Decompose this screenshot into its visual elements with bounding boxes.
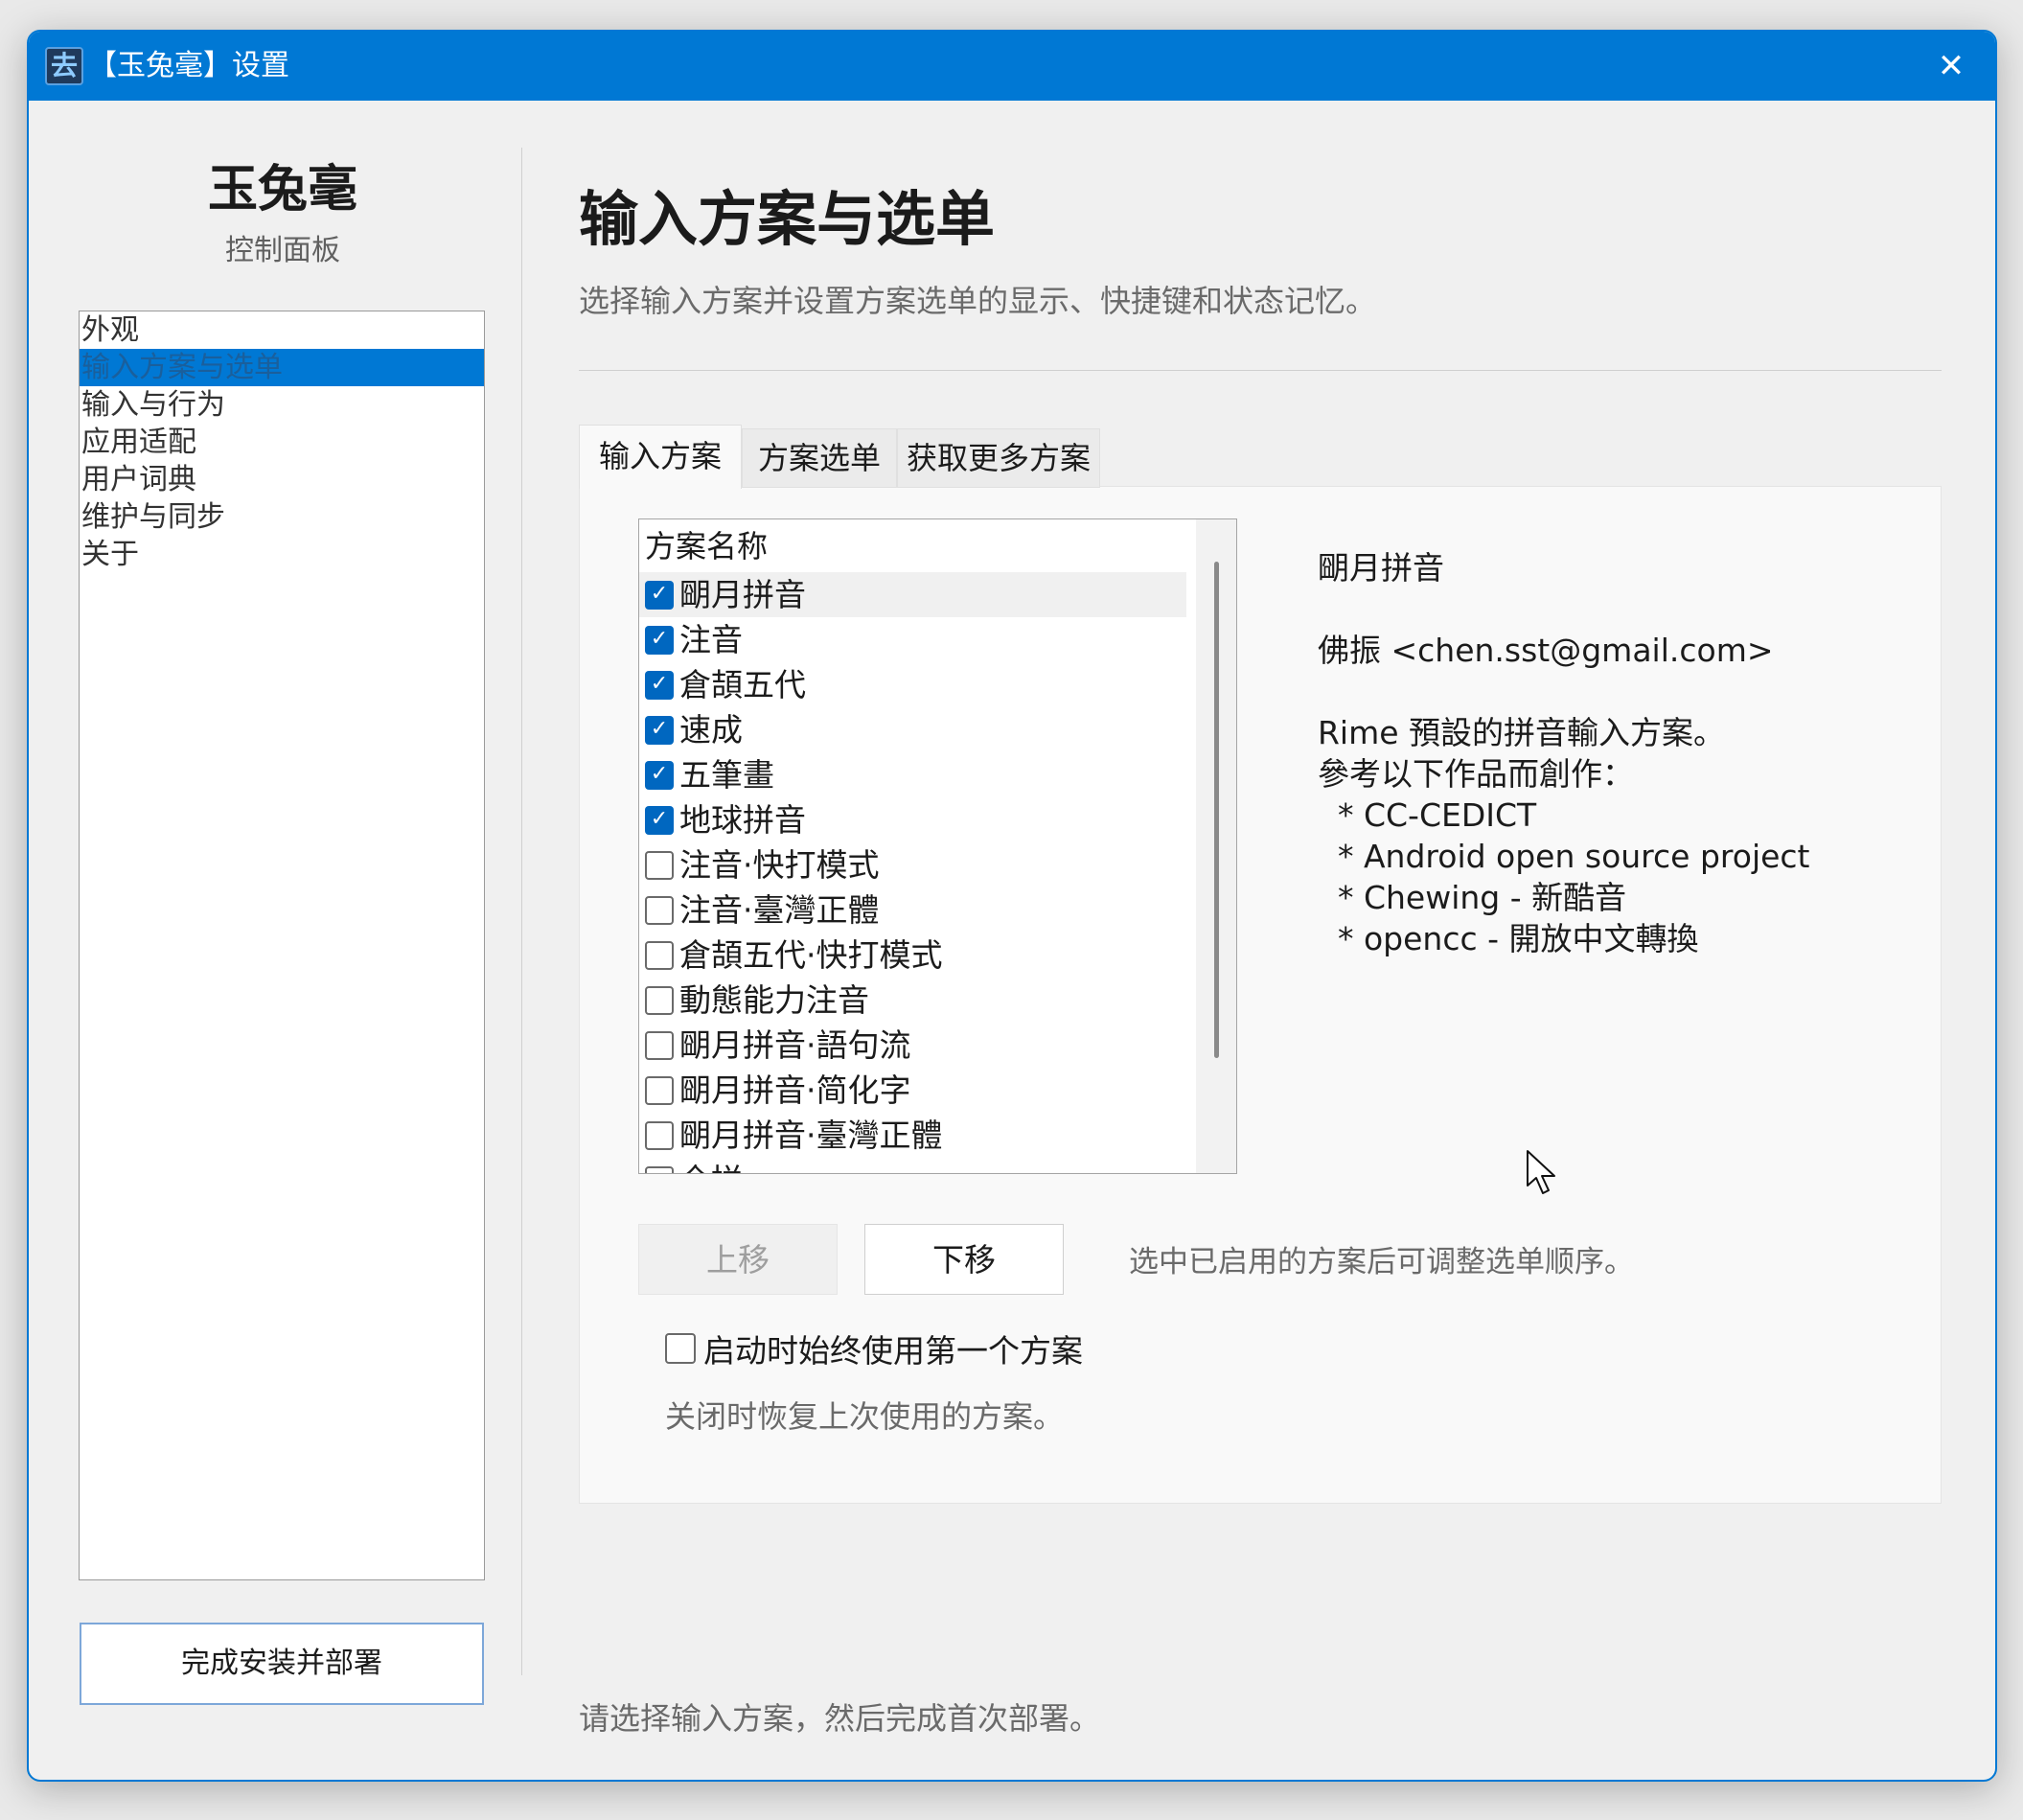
schema-row[interactable]: ✓ 五筆畫 xyxy=(639,752,1186,797)
schema-row[interactable]: ✓ 速成 xyxy=(639,707,1186,752)
schema-detail-desc-line: * CC-CEDICT xyxy=(1318,796,1537,834)
title-bar[interactable]: 去 【玉兔毫】设置 ✕ xyxy=(29,32,1995,101)
page-title: 输入方案与选单 xyxy=(579,184,996,254)
checkbox-checked-icon[interactable]: ✓ xyxy=(645,806,674,835)
checkbox-unchecked-icon[interactable] xyxy=(645,896,674,925)
sidebar-item-maintenance-sync[interactable]: 维护与同步 xyxy=(80,498,484,536)
order-hint: 选中已启用的方案后可调整选单顺序。 xyxy=(1129,1245,1634,1279)
checkbox-unchecked-icon[interactable] xyxy=(645,986,674,1015)
schema-detail-desc-line: * Chewing - 新酷音 xyxy=(1318,879,1627,916)
schema-row-label: 朙月拼音·語句流 xyxy=(679,1026,911,1064)
checkbox-checked-icon[interactable]: ✓ xyxy=(645,581,674,610)
mouse-cursor-icon xyxy=(1526,1149,1558,1201)
schema-detail-desc-line: * opencc - 開放中文轉換 xyxy=(1318,920,1699,957)
schema-row-label: 注音·臺灣正體 xyxy=(679,891,880,929)
sidebar-item-schemas[interactable]: 输入方案与选单 xyxy=(80,349,484,386)
checkbox-unchecked-icon[interactable] xyxy=(645,851,674,880)
schema-row[interactable]: 注音·快打模式 xyxy=(639,842,1186,887)
schema-row[interactable]: 注音·臺灣正體 xyxy=(639,887,1186,933)
brand-title: 玉兔毫 xyxy=(207,161,357,219)
window-title: 【玉兔毫】设置 xyxy=(88,49,289,82)
schema-detail-author: 佛振 <chen.sst@gmail.com> xyxy=(1318,632,1774,669)
schema-detail-desc-line: Rime 預設的拼音輸入方案。 xyxy=(1318,714,1726,751)
schema-detail-name: 朙月拼音 xyxy=(1318,549,1444,587)
checkbox-checked-icon[interactable]: ✓ xyxy=(645,761,674,790)
scrollbar-thumb[interactable] xyxy=(1214,562,1219,1058)
schema-detail-desc-line: 參考以下作品而創作： xyxy=(1318,755,1634,793)
schema-row-label: 速成 xyxy=(679,711,743,749)
close-icon[interactable]: ✕ xyxy=(1924,39,1978,93)
schema-row[interactable]: 朙月拼音·臺灣正體 xyxy=(639,1113,1186,1158)
schema-detail-desc-line: * Android open source project xyxy=(1318,838,1810,875)
schema-row[interactable]: 朙月拼音·語句流 xyxy=(639,1023,1186,1068)
footer-hint: 请选择输入方案，然后完成首次部署。 xyxy=(579,1700,1101,1737)
schema-row[interactable]: ✓ 倉頡五代 xyxy=(639,662,1186,707)
schema-row-label: 朙月拼音·简化字 xyxy=(679,1071,911,1109)
startup-first-schema-checkbox[interactable] xyxy=(665,1333,696,1364)
tab-schema-menu[interactable]: 方案选单 xyxy=(742,428,897,488)
checkbox-unchecked-icon[interactable] xyxy=(645,1031,674,1060)
schema-row-label: 動態能力注音 xyxy=(679,981,869,1019)
checkbox-checked-icon[interactable]: ✓ xyxy=(645,626,674,655)
tab-schemas[interactable]: 输入方案 xyxy=(579,425,742,489)
schema-row-label: 注音 xyxy=(679,621,743,658)
horizontal-divider xyxy=(579,370,1942,371)
schema-row-label: 倉頡五代·快打模式 xyxy=(679,936,943,974)
checkbox-checked-icon[interactable]: ✓ xyxy=(645,671,674,700)
sidebar-item-appearance[interactable]: 外观 xyxy=(80,311,484,349)
checkbox-checked-icon[interactable]: ✓ xyxy=(645,716,674,745)
sidebar-item-input-behavior[interactable]: 输入与行为 xyxy=(80,386,484,424)
schema-row-label: 朙月拼音·臺灣正體 xyxy=(679,1117,943,1154)
startup-first-schema-label[interactable]: 启动时始终使用第一个方案 xyxy=(703,1325,1083,1371)
schema-row[interactable]: 朙月拼音·简化字 xyxy=(639,1068,1186,1113)
schema-list-header: 方案名称 xyxy=(645,528,769,564)
schema-row[interactable]: 倉頡五代·快打模式 xyxy=(639,933,1186,978)
sidebar-nav: 外观 输入方案与选单 输入与行为 应用适配 用户词典 维护与同步 关于 xyxy=(79,311,485,1580)
settings-window: 去 【玉兔毫】设置 ✕ 玉兔毫 控制面板 外观 输入方案与选单 输入与行为 应用… xyxy=(27,30,1997,1782)
schema-row-label: 注音·快打模式 xyxy=(679,846,880,884)
tab-get-more-schemas[interactable]: 获取更多方案 xyxy=(897,428,1100,488)
schema-list[interactable]: 方案名称 ✓ 朙月拼音 ✓ 注音 ✓ 倉頡五代 ✓ 速成 ✓ 五筆畫 ✓ 地球拼音 注音·快打模式 注音·… xyxy=(638,518,1237,1174)
page-description: 选择输入方案并设置方案选单的显示、快捷键和状态记忆。 xyxy=(579,283,1377,319)
sidebar-item-app-adaptation[interactable]: 应用适配 xyxy=(80,424,484,461)
schema-row-label: 地球拼音 xyxy=(679,801,806,839)
schema-row-label: 五筆畫 xyxy=(679,756,774,794)
checkbox-unchecked-icon[interactable] xyxy=(645,1076,674,1105)
schema-row-label: 朙月拼音 xyxy=(679,576,806,613)
schema-row[interactable]: ✓ 地球拼音 xyxy=(639,797,1186,842)
move-up-button[interactable]: 上移 xyxy=(638,1224,838,1295)
checkbox-unchecked-icon[interactable] xyxy=(645,941,674,970)
schema-row[interactable]: 動態能力注音 xyxy=(639,978,1186,1023)
app-icon: 去 xyxy=(45,47,83,85)
sidebar-item-user-dictionary[interactable]: 用户词典 xyxy=(80,461,484,498)
brand-subtitle: 控制面板 xyxy=(225,234,340,267)
sidebar-item-about[interactable]: 关于 xyxy=(80,536,484,573)
schema-rows: ✓ 朙月拼音 ✓ 注音 ✓ 倉頡五代 ✓ 速成 ✓ 五筆畫 ✓ 地球拼音 注音·快打模式 注音·臺灣正體倉… xyxy=(639,572,1186,1173)
scrollbar[interactable] xyxy=(1196,519,1236,1173)
schema-row[interactable]: 全拼 xyxy=(639,1158,1186,1173)
schema-detail: 朙月拼音 佛振 <chen.sst@gmail.com> Rime 預設的拼音輸… xyxy=(1318,547,1931,959)
vertical-divider xyxy=(521,148,522,1675)
checkbox-unchecked-icon[interactable] xyxy=(645,1121,674,1150)
startup-description: 关闭时恢复上次使用的方案。 xyxy=(665,1398,1065,1435)
schema-row-label: 全拼 xyxy=(679,1162,743,1173)
move-down-button[interactable]: 下移 xyxy=(864,1224,1064,1295)
checkbox-unchecked-icon[interactable] xyxy=(645,1166,674,1173)
schema-row-label: 倉頡五代 xyxy=(679,666,806,703)
schema-row[interactable]: ✓ 朙月拼音 xyxy=(639,572,1186,617)
finish-deploy-button[interactable]: 完成安装并部署 xyxy=(80,1623,484,1705)
schema-row[interactable]: ✓ 注音 xyxy=(639,617,1186,662)
